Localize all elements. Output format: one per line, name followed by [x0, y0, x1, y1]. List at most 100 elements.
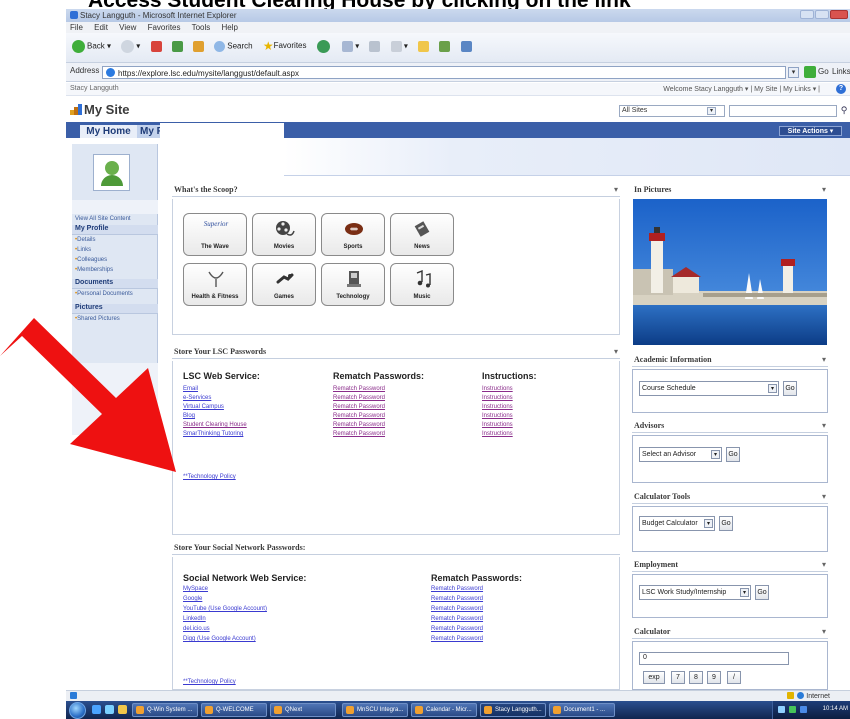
calc-key-divide[interactable]: / [727, 671, 741, 684]
social-rematch-link[interactable]: Rematch Password [431, 636, 483, 642]
social-rematch-link[interactable]: Rematch Password [431, 586, 483, 592]
rematch-link[interactable]: Rematch Password [333, 395, 385, 401]
social-rematch-link[interactable]: Rematch Password [431, 616, 483, 622]
ql-item-details[interactable]: Details [75, 237, 95, 243]
task-button[interactable]: Calendar - Micr... [411, 703, 477, 717]
ql-item-memberships[interactable]: Memberships [75, 267, 113, 273]
webpart-menu-icon[interactable]: ▾ [822, 355, 826, 364]
task-button[interactable]: Q-WELCOME [201, 703, 267, 717]
site-actions-button[interactable]: Site Actions ▾ [779, 126, 842, 136]
ql-item-links[interactable]: Links [75, 247, 91, 253]
calc-key-7[interactable]: 7 [671, 671, 685, 684]
quick-launch-folder-icon[interactable] [118, 705, 127, 714]
service-link-virtual-campus[interactable]: Virtual Campus [183, 404, 224, 410]
search-input[interactable] [729, 105, 837, 117]
ql-item-shared-pictures[interactable]: Shared Pictures [75, 316, 120, 322]
rematch-link[interactable]: Rematch Password [333, 422, 385, 428]
service-link-e-services[interactable]: e-Services [183, 395, 211, 401]
task-button-active[interactable]: Stacy Langguth... [480, 703, 546, 717]
webpart-menu-icon[interactable]: ▾ [822, 185, 826, 194]
calculator-display[interactable]: 0 [639, 652, 789, 665]
tray-icon[interactable] [800, 706, 807, 713]
social-link-myspace[interactable]: MySpace [183, 586, 208, 592]
tile-the-wave[interactable]: Superior The Wave [183, 213, 247, 256]
service-link-smarthinking[interactable]: SmarThinking Tutoring [183, 431, 243, 437]
rematch-link[interactable]: Rematch Password [333, 404, 385, 410]
ql-item-personal-documents[interactable]: Personal Documents [75, 291, 133, 297]
forward-button[interactable]: ▾ [121, 39, 140, 53]
go-button[interactable]: Go [804, 66, 829, 78]
menu-tools[interactable]: Tools [192, 23, 211, 32]
stop-button[interactable] [150, 40, 162, 52]
history-button[interactable] [316, 39, 332, 53]
social-rematch-link[interactable]: Rematch Password [431, 626, 483, 632]
breadcrumb[interactable]: Stacy Langguth [70, 85, 119, 92]
social-link-youtube[interactable]: YouTube (Use Google Account) [183, 606, 267, 612]
service-link-student-clearing-house[interactable]: Student Clearing House [183, 422, 247, 428]
instructions-link[interactable]: Instructions [482, 431, 513, 437]
view-all-content-link[interactable]: View All Site Content [75, 216, 131, 222]
links-button[interactable]: Links [832, 67, 850, 76]
maximize-button[interactable] [815, 10, 829, 19]
mail-button[interactable]: ▾ [341, 40, 359, 52]
webpart-menu-icon[interactable]: ▾ [614, 185, 618, 194]
instructions-link[interactable]: Instructions [482, 404, 513, 410]
employment-go-button[interactable]: Go [755, 585, 769, 600]
instructions-link[interactable]: Instructions [482, 395, 513, 401]
course-schedule-select[interactable]: Course Schedule ▾ [639, 381, 779, 396]
menu-help[interactable]: Help [222, 23, 238, 32]
calculator-tools-go-button[interactable]: Go [719, 516, 733, 531]
task-button[interactable]: QNext [270, 703, 336, 717]
menu-file[interactable]: File [70, 23, 83, 32]
instructions-link[interactable]: Instructions [482, 386, 513, 392]
calc-key-9[interactable]: 9 [707, 671, 721, 684]
service-link-blog[interactable]: Blog [183, 413, 195, 419]
edit-button[interactable]: ▾ [390, 40, 408, 52]
menu-view[interactable]: View [119, 23, 136, 32]
avatar[interactable] [93, 154, 130, 191]
site-title[interactable]: My Site [84, 102, 130, 117]
advisors-go-button[interactable]: Go [726, 447, 740, 462]
ql-heading-pictures[interactable]: Pictures [72, 304, 158, 314]
task-button[interactable]: MnSCU Integra... [342, 703, 408, 717]
webpart-menu-icon[interactable]: ▾ [822, 627, 826, 636]
close-button[interactable] [830, 10, 848, 19]
start-button[interactable] [69, 702, 86, 719]
research-button[interactable] [460, 40, 472, 52]
service-link-email[interactable]: Email [183, 386, 198, 392]
tile-health-fitness[interactable]: Health & Fitness [183, 263, 247, 306]
employment-select[interactable]: LSC Work Study/Internship ▾ [639, 585, 751, 600]
social-link-delicious[interactable]: del.icio.us [183, 626, 210, 632]
calc-key-exp[interactable]: exp [643, 671, 665, 684]
instructions-link[interactable]: Instructions [482, 422, 513, 428]
ql-heading-documents[interactable]: Documents [72, 279, 158, 289]
lighthouse-photo[interactable] [633, 199, 827, 345]
print-button[interactable] [369, 40, 381, 52]
webpart-menu-icon[interactable]: ▾ [614, 347, 618, 356]
technology-policy-link[interactable]: **Technology Policy [183, 474, 236, 480]
social-rematch-link[interactable]: Rematch Password [431, 596, 483, 602]
messenger-button[interactable] [439, 40, 451, 52]
search-button[interactable]: Search [214, 40, 253, 52]
favorites-button[interactable]: ★Favorites [263, 39, 307, 53]
tray-icon[interactable] [789, 706, 796, 713]
tile-games[interactable]: Games [252, 263, 316, 306]
menu-favorites[interactable]: Favorites [148, 23, 181, 32]
instructions-link[interactable]: Instructions [482, 413, 513, 419]
tile-music[interactable]: Music [390, 263, 454, 306]
refresh-button[interactable] [171, 40, 183, 52]
rematch-link[interactable]: Rematch Password [333, 386, 385, 392]
address-dropdown-icon[interactable]: ▾ [788, 67, 799, 78]
advisor-select[interactable]: Select an Advisor ▾ [639, 447, 722, 462]
tile-technology[interactable]: Technology [321, 263, 385, 306]
webpart-menu-icon[interactable]: ▾ [822, 421, 826, 430]
calc-key-8[interactable]: 8 [689, 671, 703, 684]
tray-icon[interactable] [778, 706, 785, 713]
minimize-button[interactable] [800, 10, 814, 19]
welcome-menu[interactable]: Welcome Stacy Langguth ▾ | My Site | My … [663, 85, 820, 93]
budget-calculator-select[interactable]: Budget Calculator ▾ [639, 516, 715, 531]
tile-movies[interactable]: Movies [252, 213, 316, 256]
tile-sports[interactable]: Sports [321, 213, 385, 256]
social-link-digg[interactable]: Digg (Use Google Account) [183, 636, 256, 642]
webpart-menu-icon[interactable]: ▾ [822, 560, 826, 569]
